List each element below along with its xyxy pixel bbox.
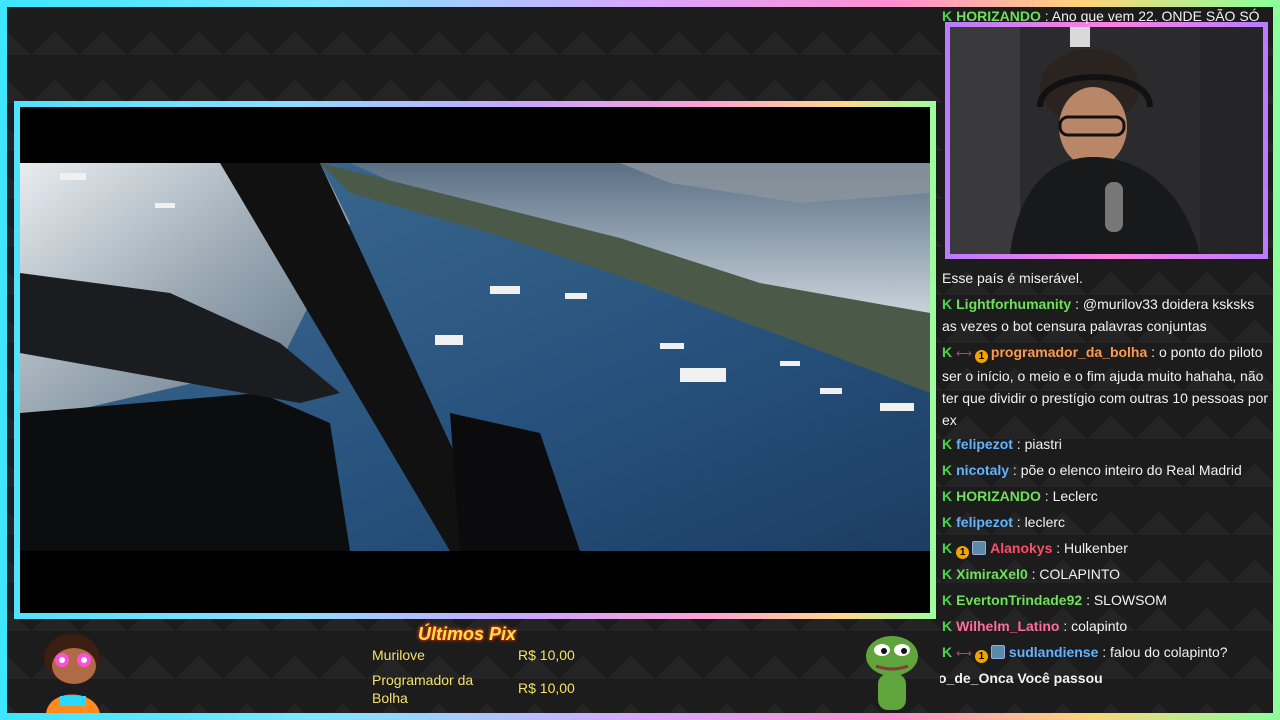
kick-icon: K xyxy=(942,462,953,478)
chat-message: K EvertonTrindade92 : SLOWSOM xyxy=(942,589,1270,611)
mascot-left-icon xyxy=(44,634,100,714)
chat-username[interactable]: felipezot xyxy=(956,436,1013,452)
pix-donor-name: Programador da Bolha xyxy=(372,672,474,706)
chat-text: : põe o elenco inteiro do Real Madrid xyxy=(1012,462,1242,478)
kick-icon: K xyxy=(942,540,953,556)
kick-icon: K xyxy=(942,296,953,312)
subscriber-badge-icon: 1 xyxy=(974,350,988,363)
gift-badge-icon xyxy=(972,541,987,555)
chat-message: K ⟷ 1 programador_da_bolha : o ponto do pil… xyxy=(942,341,1270,431)
chat-username[interactable]: EvertonTrindade92 xyxy=(956,592,1082,608)
video-player[interactable] xyxy=(20,107,930,613)
chat-username[interactable]: Lightforhumanity xyxy=(956,296,1071,312)
chat-message: K HORIZANDO : Ano que vem 22. ONDE SÃO SÓ xyxy=(942,5,1270,27)
chat-panel: K HORIZANDO : Ano que vem 22. ONDE SÃO SÓ… xyxy=(940,0,1272,720)
moderator-badge-icon: ⟷ xyxy=(956,348,972,360)
subscriber-badge-icon: 1 xyxy=(956,546,970,559)
chat-text: : piastri xyxy=(1016,436,1062,452)
chat-text: : Hulkenber xyxy=(1056,540,1128,556)
kick-icon: K xyxy=(942,8,953,24)
kick-icon: K xyxy=(942,344,953,360)
gift-badge-icon xyxy=(990,645,1005,659)
video-frame-image xyxy=(20,163,930,551)
kick-icon: K xyxy=(942,618,953,634)
chat-message: Knicotaly : põe o elenco inteiro do Real… xyxy=(942,459,1270,481)
video-player-frame xyxy=(14,101,936,619)
alert-ticker: o_de_Onca Você passou xyxy=(940,670,1103,686)
chat-username[interactable]: felipezot xyxy=(956,514,1013,530)
chat-text: : colapinto xyxy=(1063,618,1128,634)
subscriber-badge-icon: 1 xyxy=(974,650,988,663)
pepe-frog-icon xyxy=(866,636,918,710)
chat-message: K XimiraXel0 : COLAPINTO xyxy=(942,563,1270,585)
chat-message: K Lightforhumanity : @murilov33 doidera k… xyxy=(942,293,1270,337)
pix-title: Últimos Pix xyxy=(418,624,517,644)
chat-username[interactable]: Wilhelm_Latino xyxy=(956,618,1059,634)
chat-text: : falou do colapinto? xyxy=(1102,644,1228,660)
pix-amount: R$ 10,00 xyxy=(518,647,575,663)
kick-icon: K xyxy=(942,488,953,504)
chat-text: : Leclerc xyxy=(1044,488,1098,504)
chat-username[interactable]: nicotaly xyxy=(956,462,1009,478)
moderator-badge-icon: ⟷ xyxy=(956,648,972,660)
pix-donor-name: Murilove xyxy=(372,647,425,663)
chat-text: : leclerc xyxy=(1016,514,1066,530)
chat-username[interactable]: HORIZANDO xyxy=(956,8,1041,24)
kick-icon: K xyxy=(942,436,953,452)
chat-message: Kfelipezot : piastri xyxy=(942,433,1270,455)
chat-username[interactable]: sudlandiense xyxy=(1009,644,1098,660)
chat-text: : Ano que vem 22. ONDE SÃO SÓ xyxy=(1044,8,1260,24)
chat-text: : COLAPINTO xyxy=(1031,566,1121,582)
chat-message: K ⟷ 1 sudlandiense : falou do colapinto? xyxy=(942,641,1270,665)
kick-icon: K xyxy=(942,514,953,530)
chat-message: K HORIZANDO : Leclerc xyxy=(942,485,1270,507)
kick-icon: K xyxy=(942,644,953,660)
pix-amount: R$ 10,00 xyxy=(518,680,575,696)
chat-username[interactable]: HORIZANDO xyxy=(956,488,1041,504)
chat-message: Kfelipezot : leclerc xyxy=(942,511,1270,533)
chat-username[interactable]: programador_da_bolha xyxy=(991,344,1147,360)
kick-icon: K xyxy=(942,566,953,582)
chat-message: Esse país é miserável. xyxy=(942,267,1270,289)
chat-username[interactable]: XimiraXel0 xyxy=(956,566,1028,582)
chat-message: K Wilhelm_Latino : colapinto xyxy=(942,615,1270,637)
chat-username[interactable]: Alanokys xyxy=(990,540,1052,556)
chat-text: Esse país é miserável. xyxy=(942,270,1083,286)
chat-message: K 1 Alanokys : Hulkenber xyxy=(942,537,1270,559)
kick-icon: K xyxy=(942,592,953,608)
chat-text: : SLOWSOM xyxy=(1086,592,1167,608)
